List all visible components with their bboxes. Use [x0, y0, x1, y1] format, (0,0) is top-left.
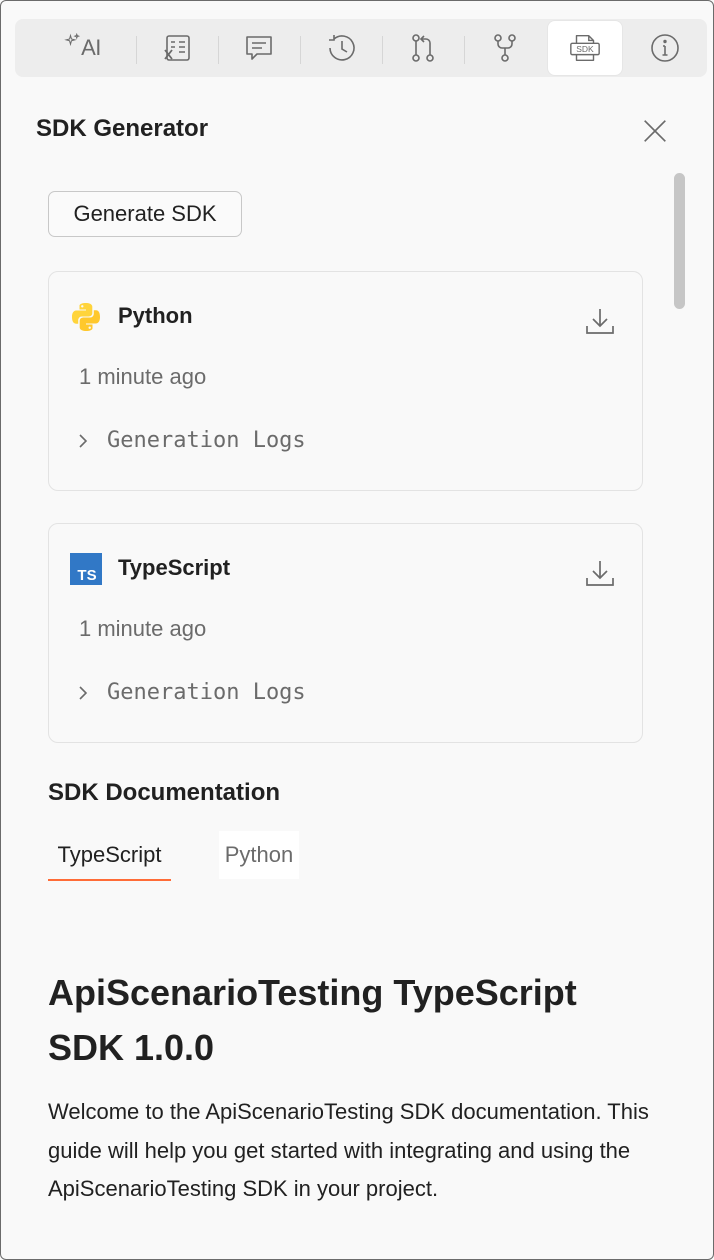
ts-logo-text: TS: [77, 567, 96, 584]
panel-title: SDK Generator: [36, 115, 209, 142]
close-button[interactable]: [639, 115, 671, 147]
variables-button[interactable]: [140, 21, 214, 75]
doc-title: ApiScenarioTesting TypeScript SDK 1.0.0: [48, 972, 577, 1068]
download-button[interactable]: [583, 304, 617, 338]
toolbar-divider: [382, 36, 383, 64]
toolbar-divider: [218, 36, 219, 64]
sdk-generator-panel: AI SDK SDK Generator Generate SDK Python…: [0, 0, 714, 1260]
info-button[interactable]: [628, 21, 702, 75]
generation-logs-toggle[interactable]: Generation Logs: [75, 428, 306, 453]
sdk-button[interactable]: SDK: [548, 21, 622, 75]
tab-python[interactable]: Python: [219, 831, 299, 879]
comments-button[interactable]: [222, 21, 296, 75]
ai-sparkle-icon: [64, 33, 81, 47]
close-icon: [644, 120, 666, 142]
toolbar-divider: [300, 36, 301, 64]
comments-icon: [246, 36, 272, 60]
right-sidebar-toolbar: AI SDK: [15, 19, 707, 77]
history-icon: [329, 35, 355, 61]
tab-typescript[interactable]: TypeScript: [48, 831, 171, 881]
variables-icon: [164, 35, 190, 61]
download-button[interactable]: [583, 556, 617, 590]
sdk-badge-text: SDK: [576, 44, 594, 54]
sdk-card-typescript: TS TypeScript 1 minute ago Generation Lo…: [48, 523, 643, 743]
sdk-generated-time: 1 minute ago: [79, 364, 207, 389]
ai-button[interactable]: AI: [45, 21, 119, 75]
typescript-logo-icon: TS: [70, 553, 102, 585]
sdk-documentation-heading: SDK Documentation: [48, 779, 281, 806]
doc-intro-text: Welcome to the ApiScenarioTesting SDK do…: [48, 1099, 649, 1201]
sdk-generated-time: 1 minute ago: [79, 616, 207, 641]
download-icon: [586, 561, 614, 586]
generation-logs-label: Generation Logs: [107, 680, 306, 705]
chevron-right-icon: [79, 685, 88, 700]
pull-request-icon: [412, 34, 434, 62]
toolbar-divider: [136, 36, 137, 64]
fork-button[interactable]: [468, 21, 542, 75]
sdk-card-python: Python 1 minute ago Generation Logs: [48, 271, 643, 491]
vertical-scrollbar[interactable]: [674, 173, 685, 309]
generate-sdk-button[interactable]: Generate SDK: [48, 191, 242, 237]
ai-label: AI: [81, 35, 101, 60]
history-button[interactable]: [304, 21, 378, 75]
toolbar-divider: [464, 36, 465, 64]
sdk-language-label: TypeScript: [118, 555, 231, 580]
python-logo-icon: [72, 303, 100, 331]
generation-logs-label: Generation Logs: [107, 428, 306, 453]
sdk-icon: SDK: [570, 35, 600, 61]
chevron-right-icon: [79, 433, 88, 448]
sdk-language-label: Python: [118, 303, 193, 328]
info-icon: [651, 34, 679, 62]
generation-logs-toggle[interactable]: Generation Logs: [75, 680, 306, 705]
fork-icon: [494, 34, 516, 62]
pull-request-button[interactable]: [386, 21, 460, 75]
download-icon: [586, 309, 614, 334]
